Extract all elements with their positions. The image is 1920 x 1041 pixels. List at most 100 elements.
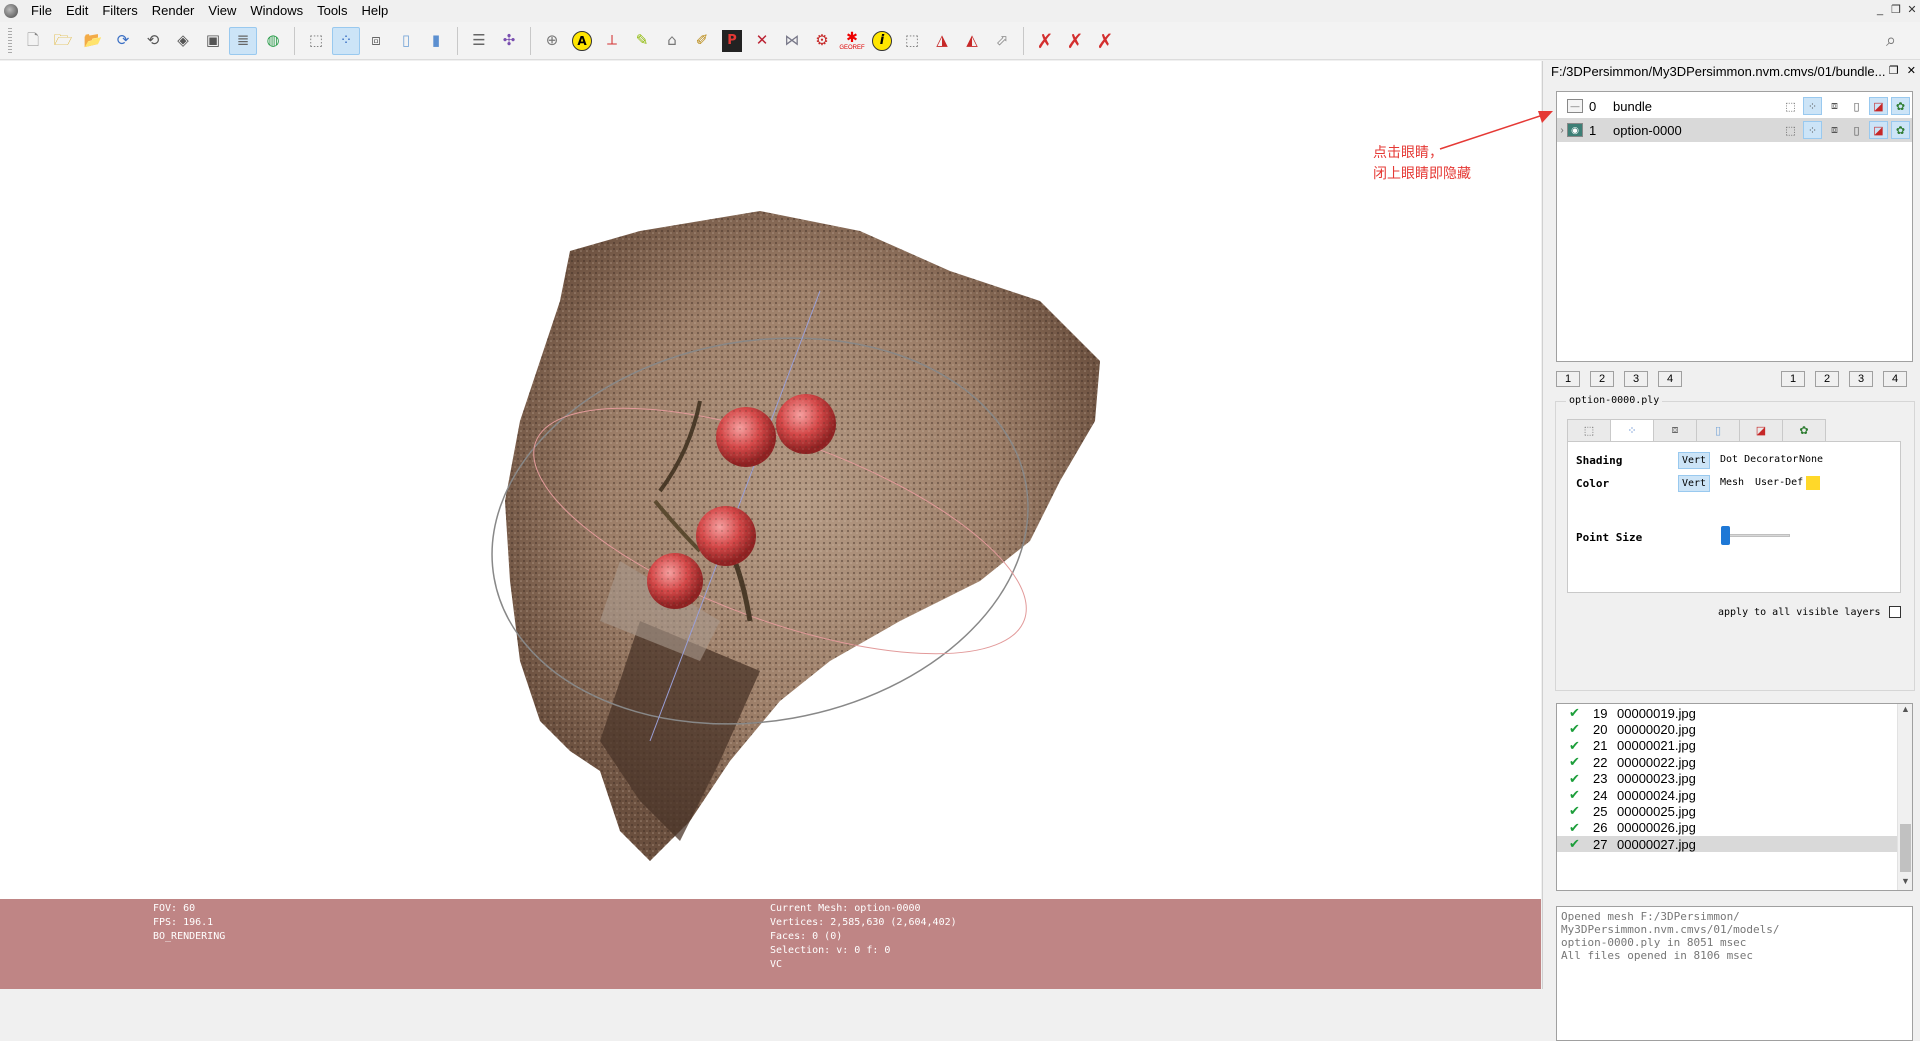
point-size-slider-thumb[interactable] xyxy=(1721,526,1731,545)
raster-row[interactable]: ✔ 19 00000019.jpg xyxy=(1557,705,1897,721)
raster-row[interactable]: ✔ 24 00000024.jpg xyxy=(1557,787,1897,803)
open-project-icon[interactable]: 🗁 xyxy=(49,27,77,55)
flat-shading-icon[interactable]: ▯ xyxy=(392,27,420,55)
page-button-4[interactable]: 4 xyxy=(1658,371,1682,387)
visible-check-icon[interactable]: ✔ xyxy=(1569,803,1583,819)
toolbar-grip[interactable] xyxy=(8,27,12,54)
points-icon[interactable]: ⁘ xyxy=(1803,97,1822,115)
visible-check-icon[interactable]: ✔ xyxy=(1569,705,1583,721)
layer-row-bundle[interactable]: — 0 bundle ⬚ ⁘ ⧈ ▯ ◪ ✿ xyxy=(1557,94,1912,118)
points-icon[interactable]: ⁘ xyxy=(332,26,360,55)
page-button-2[interactable]: 2 xyxy=(1815,371,1839,387)
texture-icon[interactable]: ◪ xyxy=(1869,121,1888,139)
tab-bbox[interactable]: ⬚ xyxy=(1567,419,1611,441)
select-faces-icon[interactable]: ⋈ xyxy=(778,27,806,55)
decorator-icon[interactable]: ✿ xyxy=(1891,97,1910,115)
snapshot-icon[interactable]: ▣ xyxy=(199,27,227,55)
menu-render[interactable]: Render xyxy=(145,0,202,22)
bbox-icon[interactable]: ⬚ xyxy=(302,27,330,55)
wireframe-icon[interactable]: ⧈ xyxy=(362,27,390,55)
visible-check-icon[interactable]: ✔ xyxy=(1569,754,1583,770)
color-vert-option[interactable]: Vert xyxy=(1678,475,1711,492)
point-size-slider-track[interactable] xyxy=(1722,534,1790,537)
new-project-icon[interactable]: 🗋 xyxy=(19,27,47,55)
menu-help[interactable]: Help xyxy=(354,0,395,22)
georef-icon[interactable]: ✱ GEOREF xyxy=(838,27,866,55)
pdf-icon-2[interactable]: P xyxy=(718,27,746,55)
visible-check-icon[interactable]: ✔ xyxy=(1569,787,1583,803)
raster-row[interactable]: ✔ 27 00000027.jpg xyxy=(1557,836,1897,853)
close-button[interactable]: ✕ xyxy=(1904,0,1920,20)
delete-vertices-icon[interactable]: ◭ xyxy=(958,27,986,55)
select-connected-icon[interactable]: ⬚ xyxy=(898,27,926,55)
eye-closed-icon[interactable]: — xyxy=(1567,99,1583,113)
bbox-icon[interactable]: ⬚ xyxy=(1781,97,1800,115)
menu-edit[interactable]: Edit xyxy=(59,0,95,22)
shader-icon[interactable]: ◍ xyxy=(259,27,287,55)
reload-all-icon[interactable]: ⟲ xyxy=(139,27,167,55)
import-mesh-icon[interactable]: 📂 xyxy=(79,27,107,55)
brush-icon[interactable]: ⌂ xyxy=(658,27,686,55)
delete-selection-icon[interactable]: ⬀ xyxy=(988,27,1016,55)
shading-none-option[interactable]: None xyxy=(1796,452,1826,469)
raster-row[interactable]: ✔ 26 00000026.jpg xyxy=(1557,820,1897,836)
pdf-icon[interactable]: ✐ xyxy=(688,27,716,55)
chevron-right-icon[interactable]: › xyxy=(1557,125,1567,136)
reload-icon[interactable]: ⟳ xyxy=(109,27,137,55)
flat-shading-icon[interactable]: ▯ xyxy=(1847,121,1866,139)
wireframe-icon[interactable]: ⧈ xyxy=(1825,121,1844,139)
raster-row[interactable]: ✔ 20 00000020.jpg xyxy=(1557,721,1897,737)
scroll-down-icon[interactable]: ▼ xyxy=(1898,876,1912,890)
texture-icon[interactable]: ◪ xyxy=(1869,97,1888,115)
tab-flat[interactable]: ▯ xyxy=(1696,419,1740,441)
layers-icon[interactable]: ≣ xyxy=(229,26,257,55)
decorator-icon[interactable]: ✿ xyxy=(1891,121,1910,139)
visible-check-icon[interactable]: ✔ xyxy=(1569,771,1583,787)
wireframe-icon[interactable]: ⧈ xyxy=(1825,97,1844,115)
3d-viewport[interactable] xyxy=(0,61,1541,899)
scroll-thumb[interactable] xyxy=(1900,824,1911,872)
color-mesh-option[interactable]: Mesh xyxy=(1717,475,1747,492)
page-button-4[interactable]: 4 xyxy=(1883,371,1907,387)
search-icon[interactable]: ⌕ xyxy=(1886,30,1908,52)
annotation-icon[interactable]: A xyxy=(568,27,596,55)
shading-vert-option[interactable]: Vert xyxy=(1678,452,1711,469)
page-button-3[interactable]: 3 xyxy=(1849,371,1873,387)
menu-filters[interactable]: Filters xyxy=(95,0,144,22)
flat-shading-icon[interactable]: ▯ xyxy=(1847,97,1866,115)
export-mesh-icon[interactable]: ◈ xyxy=(169,27,197,55)
menu-tools[interactable]: Tools xyxy=(310,0,354,22)
visible-check-icon[interactable]: ✔ xyxy=(1569,738,1583,754)
delete-all-icon[interactable]: ✗ xyxy=(1061,27,1089,55)
dock-close-icon[interactable]: ✕ xyxy=(1907,64,1916,77)
raster-row[interactable]: ✔ 25 00000025.jpg xyxy=(1557,803,1897,819)
smooth-shading-icon[interactable]: ▮ xyxy=(422,27,450,55)
page-button-2[interactable]: 2 xyxy=(1590,371,1614,387)
tab-texture[interactable]: ◪ xyxy=(1739,419,1783,441)
page-button-1[interactable]: 1 xyxy=(1556,371,1580,387)
tab-wireframe[interactable]: ⧈ xyxy=(1653,419,1697,441)
points-icon[interactable]: ⁘ xyxy=(1803,121,1822,139)
menu-file[interactable]: File xyxy=(24,0,59,22)
delete-faces-icon[interactable]: ◮ xyxy=(928,27,956,55)
color-user-def-option[interactable]: User-Def xyxy=(1752,475,1806,492)
manipulator-icon[interactable]: ✣ xyxy=(495,27,523,55)
raster-row[interactable]: ✔ 22 00000022.jpg xyxy=(1557,754,1897,770)
measure-icon[interactable]: ⚙ xyxy=(808,27,836,55)
user-color-swatch[interactable] xyxy=(1806,476,1820,490)
apply-all-checkbox[interactable] xyxy=(1888,606,1901,618)
dock-float-icon[interactable]: ❐ xyxy=(1889,64,1899,77)
select-vertices-icon[interactable]: ✕ xyxy=(748,27,776,55)
delete-face-vert-icon[interactable]: ✗ xyxy=(1031,27,1059,55)
visible-check-icon[interactable]: ✔ xyxy=(1569,820,1583,836)
visible-check-icon[interactable]: ✔ xyxy=(1569,721,1583,737)
bbox-icon[interactable]: ⬚ xyxy=(1781,121,1800,139)
layer-row-option-0000[interactable]: › ◉ 1 option-0000 ⬚ ⁘ ⧈ ▯ ◪ ✿ xyxy=(1557,118,1912,142)
restore-button[interactable]: ❐ xyxy=(1888,0,1904,20)
eye-open-icon[interactable]: ◉ xyxy=(1567,123,1583,137)
raster-row[interactable]: ✔ 21 00000021.jpg xyxy=(1557,738,1897,754)
page-button-1[interactable]: 1 xyxy=(1781,371,1805,387)
tab-points[interactable]: ⁘ xyxy=(1610,419,1654,441)
raster-scrollbar[interactable]: ▲ ▼ xyxy=(1897,704,1912,890)
shading-dot-decorator-option[interactable]: Dot Decorator xyxy=(1717,452,1801,469)
